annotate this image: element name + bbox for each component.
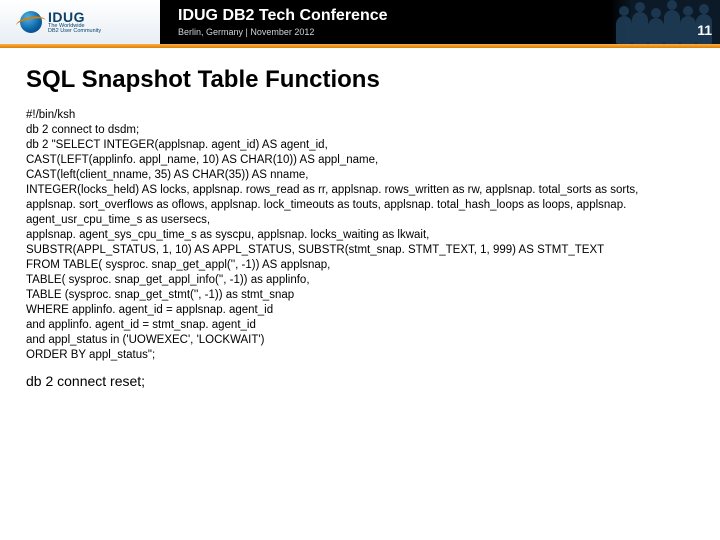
- code-line: and applinfo. agent_id = stmt_snap. agen…: [26, 318, 694, 333]
- code-block: #!/bin/kshdb 2 connect to dsdm;db 2 "SEL…: [26, 108, 694, 363]
- code-line: db 2 connect to dsdm;: [26, 123, 694, 138]
- code-line: SUBSTR(APPL_STATUS, 1, 10) AS APPL_STATU…: [26, 243, 694, 258]
- conference-subtitle: Berlin, Germany | November 2012: [178, 27, 610, 37]
- code-line: applsnap. sort_overflows as oflows, appl…: [26, 198, 694, 228]
- code-line: TABLE (sysproc. snap_get_stmt('', -1)) a…: [26, 288, 694, 303]
- code-line: CAST(LEFT(applinfo. appl_name, 10) AS CH…: [26, 153, 694, 168]
- idug-logo: IDUG The Worldwide DB2 User Community: [20, 10, 101, 35]
- conference-title: IDUG DB2 Tech Conference: [178, 8, 610, 24]
- globe-icon: [20, 11, 42, 33]
- slide-title: SQL Snapshot Table Functions: [26, 66, 694, 94]
- header-left-panel: IDUG The Worldwide DB2 User Community: [0, 0, 160, 44]
- code-line: CAST(left(client_nname, 35) AS CHAR(35))…: [26, 168, 694, 183]
- code-line: TABLE( sysproc. snap_get_appl_info('', -…: [26, 273, 694, 288]
- code-line: INTEGER(locks_held) AS locks, applsnap. …: [26, 183, 694, 198]
- code-line: WHERE applinfo. agent_id = applsnap. age…: [26, 303, 694, 318]
- code-footer-line: db 2 connect reset;: [26, 373, 694, 389]
- page-number: 11: [697, 22, 712, 38]
- header-title-panel: IDUG DB2 Tech Conference Berlin, Germany…: [160, 0, 610, 44]
- code-line: #!/bin/ksh: [26, 108, 694, 123]
- code-line: and appl_status in ('UOWEXEC', 'LOCKWAIT…: [26, 333, 694, 348]
- code-line: applsnap. agent_sys_cpu_time_s as syscpu…: [26, 228, 694, 243]
- code-line: ORDER BY appl_status";: [26, 348, 694, 363]
- code-line: db 2 "SELECT INTEGER(applsnap. agent_id)…: [26, 138, 694, 153]
- slide-header: IDUG The Worldwide DB2 User Community ID…: [0, 0, 720, 44]
- code-line: FROM TABLE( sysproc. snap_get_appl('', -…: [26, 258, 694, 273]
- logo-name: IDUG: [48, 10, 101, 24]
- slide-content: SQL Snapshot Table Functions #!/bin/kshd…: [0, 48, 720, 389]
- logo-tagline: The Worldwide DB2 User Community: [48, 24, 101, 35]
